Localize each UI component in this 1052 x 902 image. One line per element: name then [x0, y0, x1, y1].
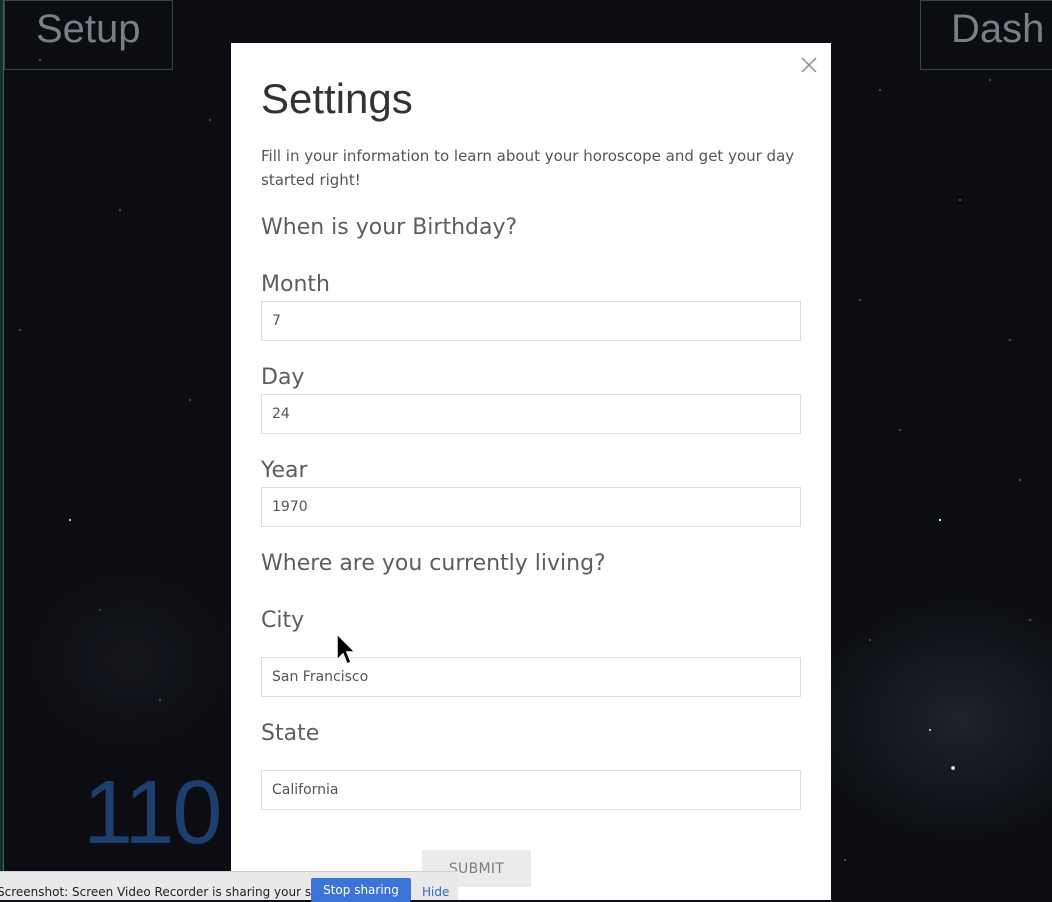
birthday-heading: When is your Birthday? [261, 215, 518, 240]
day-input[interactable] [261, 394, 801, 434]
share-message: Screenshot: Screen Video Recorder is sha… [0, 885, 349, 899]
intro-text: Fill in your information to learn about … [261, 147, 795, 189]
month-input[interactable] [261, 301, 801, 341]
screen-share-bar: Screenshot: Screen Video Recorder is sha… [0, 871, 458, 902]
dash-tile-label: Dash [951, 7, 1045, 51]
close-icon[interactable] [799, 55, 819, 75]
year-label: Year [261, 458, 308, 483]
hide-link[interactable]: Hide [422, 885, 449, 899]
year-input[interactable] [261, 487, 801, 527]
window-edge [0, 0, 4, 900]
location-heading: Where are you currently living? [261, 551, 606, 576]
state-input[interactable] [261, 770, 801, 810]
state-label: State [261, 721, 320, 746]
settings-modal: Settings Fill in your information to lea… [231, 43, 831, 900]
day-label: Day [261, 365, 305, 390]
setup-tile[interactable]: Setup [4, 0, 173, 70]
stop-sharing-button[interactable]: Stop sharing [311, 878, 411, 902]
mouse-pointer-icon [336, 632, 358, 667]
dash-tile[interactable]: Dash [920, 0, 1052, 70]
modal-title: Settings [261, 75, 413, 122]
city-label: City [261, 608, 305, 633]
month-label: Month [261, 272, 330, 297]
background-number: 110 [83, 763, 222, 863]
setup-tile-label: Setup [36, 7, 141, 51]
